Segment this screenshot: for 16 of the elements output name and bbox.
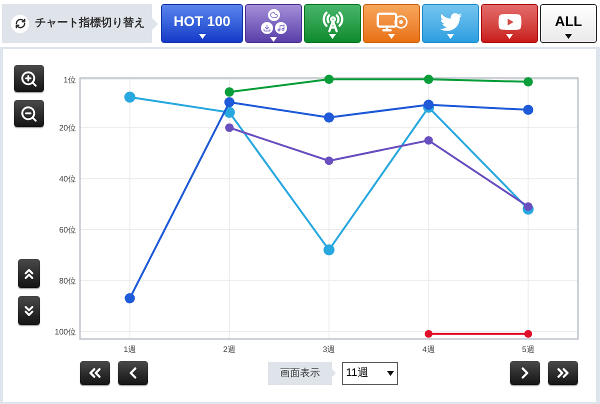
- display-label: 画面表示: [280, 366, 320, 380]
- x-axis-label: 4週: [422, 345, 435, 354]
- y-axis-label: 1位: [64, 75, 76, 84]
- y-axis-label: 20位: [59, 124, 76, 133]
- all-button[interactable]: ALL: [540, 4, 597, 43]
- x-axis-label: 5週: [522, 345, 534, 354]
- weeks-select[interactable]: 11週: [342, 362, 398, 384]
- x-axis-label: 3週: [322, 345, 336, 354]
- header-label: チャート指標切り替え: [35, 16, 145, 32]
- y-axis-label: 60位: [59, 226, 76, 234]
- x-axis-label: 1週: [124, 345, 136, 354]
- y-axis-label: 100位: [54, 327, 76, 336]
- hot100-button[interactable]: HOT 100: [161, 4, 243, 43]
- y-axis-label: 40位: [59, 174, 76, 184]
- y-axis-label: 80位: [59, 276, 76, 286]
- x-axis-label: 2週: [223, 345, 236, 354]
